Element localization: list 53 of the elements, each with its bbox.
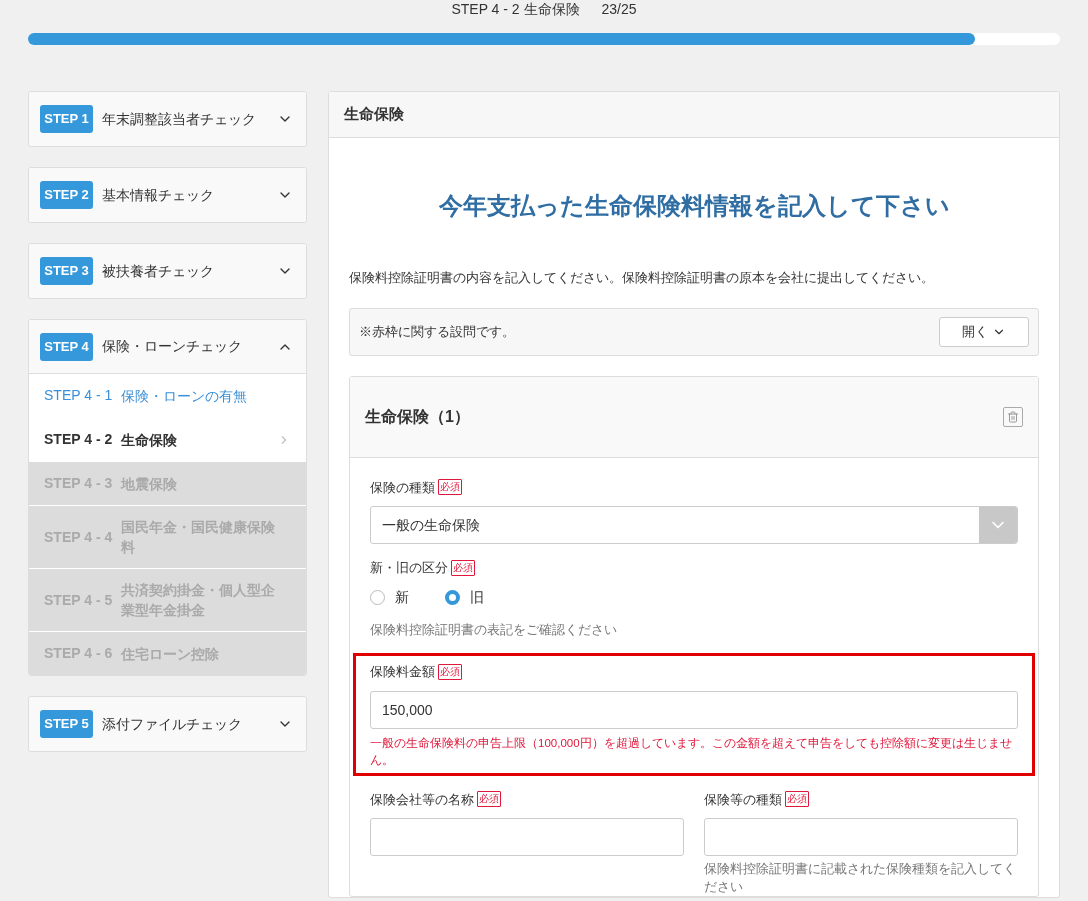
- substep-title: 生命保険: [121, 430, 178, 450]
- step-title: 保険・ローンチェック: [102, 337, 243, 356]
- field-label: 保険の種類: [370, 478, 435, 497]
- required-tag: 必須: [451, 559, 475, 576]
- intro-text: 保険料控除証明書の内容を記入してください。保険料控除証明書の原本を会社に提出してください。: [349, 269, 935, 287]
- step-badge: STEP 4: [40, 332, 93, 361]
- step-badge: STEP 1: [40, 105, 93, 133]
- substep-title: 保険・ローンの有無: [121, 386, 248, 406]
- error-message: 一般の生命保険料の申告上限（100,000円）を超過しています。この金額を超えて申告をしても控除額に変更は生じません。: [370, 735, 1013, 768]
- step-badge: STEP 5: [40, 710, 93, 738]
- field-label: 新・旧の区分: [370, 559, 448, 577]
- required-tag: 必須: [438, 479, 462, 496]
- open-button[interactable]: 開く: [939, 316, 1029, 347]
- required-tag: 必須: [438, 663, 462, 680]
- radio-button[interactable]: [445, 589, 460, 605]
- step-header[interactable]: STEP 5 添付ファイルチェック: [29, 697, 306, 751]
- step-header[interactable]: STEP 3 被扶養者チェック: [29, 244, 306, 298]
- step-title: 基本情報チェック: [102, 185, 215, 205]
- substep-number: STEP 4 - 1: [44, 386, 114, 405]
- step-header[interactable]: STEP 1 年末調整該当者チェック: [29, 92, 306, 146]
- substep-item[interactable]: STEP 4 - 2 生命保険: [29, 418, 306, 462]
- step-badge: STEP 2: [40, 181, 93, 209]
- required-tag: 必須: [785, 791, 809, 808]
- trash-icon[interactable]: [1003, 406, 1023, 427]
- field-label: 保険会社等の名称: [370, 790, 474, 809]
- radio-option[interactable]: 旧: [445, 586, 484, 608]
- open-button-label: 開く: [962, 322, 988, 341]
- text-field[interactable]: 150,000: [370, 690, 1018, 729]
- field-label: 保険料金額: [370, 663, 435, 681]
- select-value: 一般の生命保険: [381, 516, 481, 535]
- substep-item[interactable]: STEP 4 - 1 保険・ローンの有無: [29, 374, 306, 418]
- card-title: 生命保険（1）: [365, 406, 471, 427]
- field-label: 保険等の種類: [704, 790, 782, 809]
- progress-label: STEP 4 - 2 生命保険: [451, 0, 580, 19]
- radio-button[interactable]: [370, 589, 385, 605]
- panel-title: 生命保険: [344, 104, 404, 125]
- step-title: 年末調整該当者チェック: [102, 109, 257, 129]
- text-field[interactable]: [370, 818, 684, 856]
- step-badge: STEP 3: [40, 257, 93, 285]
- field-hint: 保険料控除証明書の表記をご確認ください: [370, 620, 618, 639]
- notice-text: ※赤枠に関する設問です。: [359, 322, 516, 341]
- text-field[interactable]: [704, 818, 1018, 856]
- required-tag: 必須: [477, 791, 501, 808]
- substep-number: STEP 4 - 2: [44, 430, 114, 449]
- step-title: 添付ファイルチェック: [102, 714, 243, 734]
- radio-option[interactable]: 新: [370, 586, 409, 608]
- step-header[interactable]: STEP 4 保険・ローンチェック: [29, 320, 306, 374]
- insurance-type-select[interactable]: 一般の生命保険: [370, 506, 1018, 544]
- page-heading: 今年支払った生命保険料情報を記入して下さい: [437, 191, 951, 221]
- field-hint: 保険料控除証明書に記載された保険種類を記入してください: [704, 860, 1017, 896]
- step-title: 被扶養者チェック: [102, 261, 215, 281]
- step-header[interactable]: STEP 2 基本情報チェック: [29, 168, 306, 222]
- progress-count: 23/25: [601, 0, 637, 19]
